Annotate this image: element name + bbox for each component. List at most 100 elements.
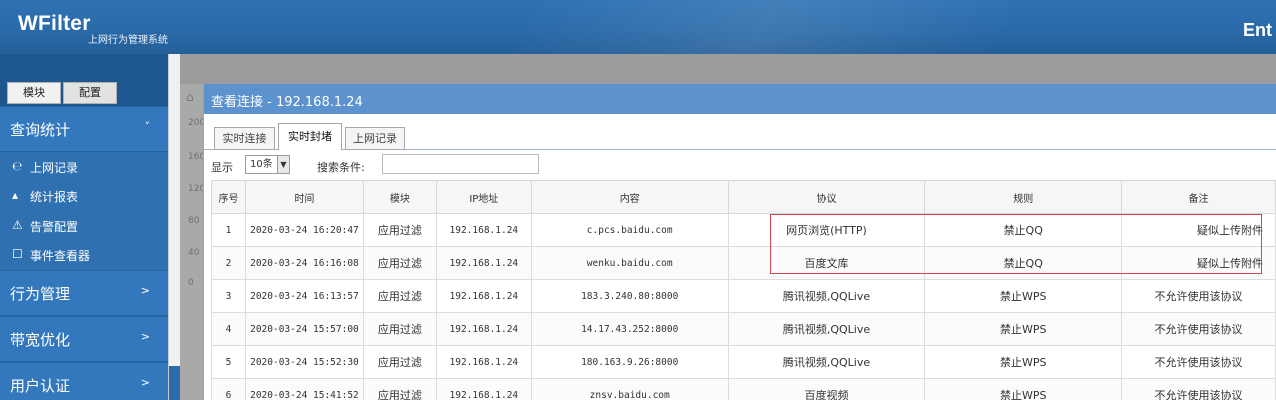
app-header: WFilter 上网行为管理系统 Ent — [0, 0, 1276, 54]
sidebar: 模块 配置 查询统计 ˅ ℮ 上网记录 ▴ 统计报表 ⚠ 告警配置 ☐ 事件查看… — [0, 54, 168, 400]
column-header[interactable]: 时间 — [244, 180, 364, 214]
search-label: 搜索条件: — [317, 161, 365, 174]
cell-ip: 192.168.1.24 — [435, 246, 532, 280]
show-label: 显示 — [211, 161, 233, 174]
cell-protocol: 百度视频 — [727, 378, 926, 400]
tab-realtime-blocking[interactable]: 实时封堵 — [278, 123, 342, 151]
cell-module: 应用过滤 — [362, 378, 437, 400]
cell-content: 183.3.240.80:8000 — [530, 279, 729, 313]
cell-rule: 禁止WPS — [924, 345, 1123, 379]
backdrop-axis-label: 0 — [188, 278, 194, 288]
table-row[interactable]: 3 2020-03-24 16:13:57 应用过滤 192.168.1.24 … — [211, 279, 1276, 313]
column-header[interactable]: 备注 — [1121, 180, 1276, 214]
sidebar-section-query-stats[interactable]: 查询统计 ˅ — [0, 106, 168, 152]
page-size-value: 10条 — [250, 159, 273, 170]
sidebar-tabs: 模块 配置 — [0, 54, 168, 106]
backdrop-axis-label: 40 — [188, 248, 200, 258]
cell-index: 4 — [211, 312, 246, 346]
cell-rule: 禁止WPS — [924, 312, 1123, 346]
sidebar-item-web-records[interactable]: ℮ 上网记录 — [0, 152, 168, 182]
table-row[interactable]: 6 2020-03-24 15:41:52 应用过滤 192.168.1.24 … — [211, 378, 1276, 400]
chevron-right-icon: > — [140, 330, 150, 343]
filter-bar: 显示 10条 ▼ 搜索条件: — [204, 150, 1276, 180]
cell-time: 2020-03-24 15:41:52 — [244, 378, 364, 400]
cell-time: 2020-03-24 16:20:47 — [244, 213, 364, 247]
cell-ip: 192.168.1.24 — [435, 345, 532, 379]
cell-ip: 192.168.1.24 — [435, 279, 532, 313]
highlight-annotation-box — [770, 214, 1262, 274]
tab-realtime-connections[interactable]: 实时连接 — [214, 127, 275, 150]
sidebar-item-reports[interactable]: ▴ 统计报表 — [0, 181, 168, 211]
cell-module: 应用过滤 — [362, 246, 437, 280]
backdrop-axis-label: 80 — [188, 216, 200, 226]
cell-index: 3 — [211, 279, 246, 313]
cell-module: 应用过滤 — [362, 345, 437, 379]
home-icon[interactable]: ⌂ — [186, 90, 194, 104]
sidebar-item-alerts[interactable]: ⚠ 告警配置 — [0, 211, 168, 241]
column-header[interactable]: IP地址 — [435, 180, 532, 214]
brand-subtitle: 上网行为管理系统 — [88, 35, 168, 46]
sidebar-section-label: 行为管理 — [10, 285, 71, 303]
cell-time: 2020-03-24 15:52:30 — [244, 345, 364, 379]
sidebar-item-label: 告警配置 — [30, 220, 79, 234]
cell-content: 180.163.9.26:8000 — [530, 345, 729, 379]
table-header-row: 序号 时间 模块 IP地址 内容 协议 规则 备注 — [211, 180, 1276, 214]
cell-index: 2 — [211, 246, 246, 280]
cell-ip: 192.168.1.24 — [435, 213, 532, 247]
cell-index: 5 — [211, 345, 246, 379]
cell-note: 不允许使用该协议 — [1121, 345, 1276, 379]
chevron-down-icon: ▼ — [277, 156, 289, 173]
cell-content: c.pcs.baidu.com — [530, 213, 729, 247]
cell-protocol: 腾讯视频,QQLive — [727, 279, 926, 313]
cell-protocol: 腾讯视频,QQLive — [727, 312, 926, 346]
cell-note: 不允许使用该协议 — [1121, 378, 1276, 400]
column-header[interactable]: 序号 — [211, 180, 246, 214]
header-decoration — [494, 0, 1146, 54]
sidebar-section-auth[interactable]: 用户认证 > — [0, 362, 168, 400]
cell-module: 应用过滤 — [362, 312, 437, 346]
column-header[interactable]: 规则 — [924, 180, 1123, 214]
chevron-down-icon: ˅ — [144, 120, 151, 133]
sidebar-sublist: ℮ 上网记录 ▴ 统计报表 ⚠ 告警配置 ☐ 事件查看器 — [0, 152, 168, 270]
tab-web-records[interactable]: 上网记录 — [345, 127, 405, 150]
cell-time: 2020-03-24 16:16:08 — [244, 246, 364, 280]
sidebar-item-label: 事件查看器 — [30, 249, 91, 263]
sidebar-section-bandwidth[interactable]: 带宽优化 > — [0, 316, 168, 362]
sidebar-item-event-viewer[interactable]: ☐ 事件查看器 — [0, 240, 168, 270]
sidebar-splitter[interactable] — [168, 54, 180, 400]
cell-ip: 192.168.1.24 — [435, 312, 532, 346]
brand-logo: WFilter — [18, 12, 91, 35]
cell-protocol: 腾讯视频,QQLive — [727, 345, 926, 379]
sidebar-toggle-handle[interactable] — [169, 366, 180, 400]
cell-index: 6 — [211, 378, 246, 400]
sidebar-item-label: 统计报表 — [30, 190, 79, 204]
cell-ip: 192.168.1.24 — [435, 378, 532, 400]
message-icon: ☐ — [12, 247, 23, 261]
cell-time: 2020-03-24 16:13:57 — [244, 279, 364, 313]
tab-modules[interactable]: 模块 — [7, 82, 61, 104]
blocked-connections-table: 序号 时间 模块 IP地址 内容 协议 规则 备注 1 2020-03-24 1… — [211, 180, 1276, 400]
tab-config[interactable]: 配置 — [63, 82, 117, 104]
e-browser-icon: ℮ — [12, 159, 23, 173]
sidebar-section-label: 带宽优化 — [10, 331, 71, 349]
column-header[interactable]: 模块 — [362, 180, 437, 214]
cell-module: 应用过滤 — [362, 213, 437, 247]
page-size-select[interactable]: 10条 ▼ — [245, 155, 290, 174]
table-row[interactable]: 4 2020-03-24 15:57:00 应用过滤 192.168.1.24 … — [211, 312, 1276, 346]
backdrop-toolbar — [180, 54, 1276, 84]
table-row[interactable]: 5 2020-03-24 15:52:30 应用过滤 192.168.1.24 … — [211, 345, 1276, 379]
cell-note: 不允许使用该协议 — [1121, 312, 1276, 346]
dialog-tabs: 实时连接 实时封堵 上网记录 — [204, 114, 1276, 151]
sidebar-item-label: 上网记录 — [30, 161, 79, 175]
alert-icon: ⚠ — [12, 218, 23, 232]
chevron-right-icon: > — [140, 376, 150, 389]
search-input[interactable] — [382, 154, 539, 174]
dialog-title: 查看连接 - 192.168.1.24 — [211, 95, 363, 110]
column-header[interactable]: 内容 — [530, 180, 729, 214]
sidebar-section-label: 用户认证 — [10, 377, 71, 395]
sidebar-section-label: 查询统计 — [10, 121, 71, 139]
cell-index: 1 — [211, 213, 246, 247]
chart-icon: ▴ — [12, 188, 19, 202]
column-header[interactable]: 协议 — [727, 180, 926, 214]
sidebar-section-behavior[interactable]: 行为管理 > — [0, 270, 168, 316]
